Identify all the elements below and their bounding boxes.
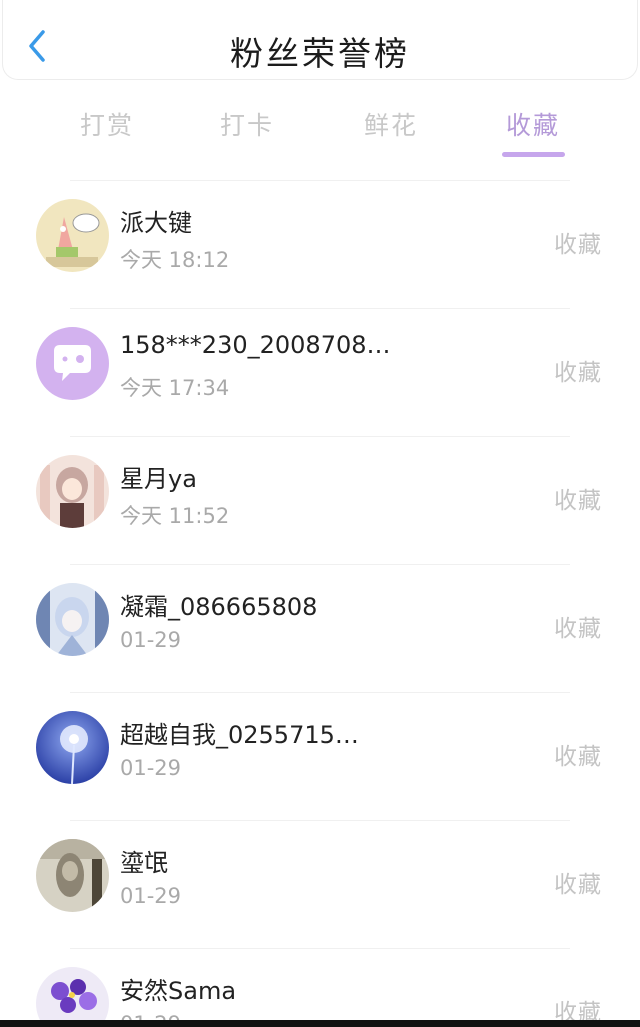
action-label: 收藏 bbox=[554, 744, 602, 770]
fan-name[interactable]: 瑬氓 bbox=[120, 843, 530, 878]
list-item[interactable]: 158***230_2008708… 今天 17:34 收藏 bbox=[0, 309, 640, 437]
fan-time: 01-29 bbox=[120, 628, 182, 652]
avatar[interactable] bbox=[36, 711, 109, 784]
fan-time: 今天 11:52 bbox=[120, 504, 230, 528]
list-item[interactable]: 瑬氓 01-29 收藏 bbox=[0, 821, 640, 949]
bottom-edge bbox=[0, 1020, 640, 1027]
flowers-avatar-icon bbox=[36, 967, 109, 1027]
list-item[interactable]: 派大键 今天 18:12 收藏 bbox=[0, 181, 640, 309]
fan-name[interactable]: 超越自我_0255715… bbox=[120, 715, 530, 750]
avatar[interactable] bbox=[36, 199, 109, 272]
action-label: 收藏 bbox=[554, 360, 602, 386]
fan-time: 今天 18:12 bbox=[120, 248, 230, 272]
fan-honor-screen: 粉丝荣誉榜 打赏 打卡 鲜花 收藏 派大键 今天 18:12 收藏 158***… bbox=[0, 0, 640, 1027]
patrick-avatar-icon bbox=[36, 199, 109, 272]
fan-name[interactable]: 安然Sama bbox=[120, 971, 530, 1006]
avatar[interactable] bbox=[36, 455, 109, 528]
action-label: 收藏 bbox=[554, 872, 602, 898]
tab-bar: 打赏 打卡 鲜花 收藏 bbox=[0, 100, 640, 160]
fan-list: 派大键 今天 18:12 收藏 158***230_2008708… 今天 17… bbox=[0, 181, 640, 1027]
dandelion-avatar-icon bbox=[36, 711, 109, 784]
list-item[interactable]: 超越自我_0255715… 01-29 收藏 bbox=[0, 693, 640, 821]
anime-girl-avatar-icon bbox=[36, 455, 109, 528]
fan-time: 01-29 bbox=[120, 884, 182, 908]
action-label: 收藏 bbox=[554, 616, 602, 642]
chat-bubble-icon bbox=[36, 327, 109, 400]
list-item[interactable]: 凝霜_086665808 01-29 收藏 bbox=[0, 565, 640, 693]
avatar[interactable] bbox=[36, 327, 109, 400]
tab-flowers[interactable]: 鲜花 bbox=[346, 106, 436, 146]
fan-time: 今天 17:34 bbox=[120, 376, 230, 400]
fan-time: 01-29 bbox=[120, 756, 182, 780]
tab-favorites[interactable]: 收藏 bbox=[488, 106, 578, 146]
statue-avatar-icon bbox=[36, 839, 109, 912]
fan-name[interactable]: 凝霜_086665808 bbox=[120, 587, 530, 622]
fan-name[interactable]: 星月ya bbox=[120, 459, 530, 494]
tab-reward[interactable]: 打赏 bbox=[62, 106, 152, 146]
fan-name[interactable]: 派大键 bbox=[120, 203, 530, 238]
avatar[interactable] bbox=[36, 967, 109, 1027]
page-title: 粉丝荣誉榜 bbox=[230, 34, 410, 73]
anime-blue-avatar-icon bbox=[36, 583, 109, 656]
active-tab-indicator bbox=[502, 152, 565, 157]
list-item[interactable]: 星月ya 今天 11:52 收藏 bbox=[0, 437, 640, 565]
action-label: 收藏 bbox=[554, 488, 602, 514]
fan-name[interactable]: 158***230_2008708… bbox=[120, 331, 530, 359]
list-item[interactable]: 安然Sama 01-29 收藏 bbox=[0, 949, 640, 1027]
action-label: 收藏 bbox=[554, 232, 602, 258]
avatar[interactable] bbox=[36, 839, 109, 912]
header-bar: 粉丝荣誉榜 bbox=[2, 0, 638, 80]
tab-checkin[interactable]: 打卡 bbox=[202, 106, 292, 146]
avatar[interactable] bbox=[36, 583, 109, 656]
